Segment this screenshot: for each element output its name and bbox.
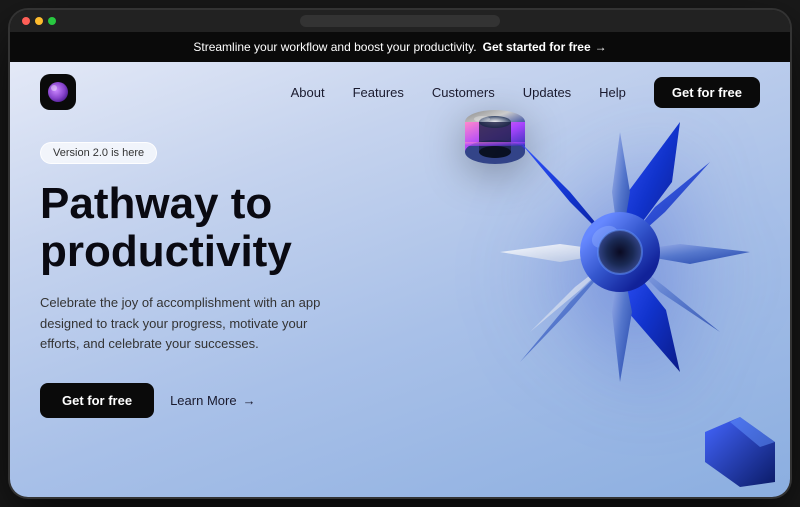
3d-objects — [370, 92, 790, 497]
star-3d-object — [480, 112, 760, 392]
hero-secondary-cta[interactable]: Learn More → — [170, 393, 255, 408]
announcement-bar: Streamline your workflow and boost your … — [10, 32, 790, 62]
nav-links: About Features Customers Updates Help Ge… — [291, 77, 760, 108]
nav-customers[interactable]: Customers — [432, 85, 495, 100]
url-bar[interactable] — [300, 15, 500, 27]
maximize-dot[interactable] — [48, 17, 56, 25]
announcement-text: Streamline your workflow and boost your … — [193, 40, 476, 54]
nav-features[interactable]: Features — [353, 85, 404, 100]
announcement-cta[interactable]: Get started for free → — [483, 40, 607, 54]
hero-section: Version 2.0 is here Pathway to productiv… — [10, 122, 790, 497]
device-frame: Streamline your workflow and boost your … — [10, 10, 790, 497]
browser-chrome — [10, 10, 790, 32]
nav-cta-button[interactable]: Get for free — [654, 77, 760, 108]
hero-primary-cta[interactable]: Get for free — [40, 383, 154, 418]
hero-subtitle: Celebrate the joy of accomplishment with… — [40, 293, 340, 355]
close-dot[interactable] — [22, 17, 30, 25]
logo-icon — [48, 82, 68, 102]
hero-title: Pathway to productivity — [40, 180, 360, 277]
small-3d-object — [700, 412, 780, 492]
hero-buttons: Get for free Learn More → — [40, 383, 760, 418]
nav-updates[interactable]: Updates — [523, 85, 571, 100]
website: Streamline your workflow and boost your … — [10, 32, 790, 497]
version-badge: Version 2.0 is here — [40, 142, 157, 164]
navbar: About Features Customers Updates Help Ge… — [10, 62, 790, 122]
nav-help[interactable]: Help — [599, 85, 626, 100]
nav-about[interactable]: About — [291, 85, 325, 100]
browser-dots — [22, 17, 56, 25]
logo[interactable] — [40, 74, 76, 110]
minimize-dot[interactable] — [35, 17, 43, 25]
